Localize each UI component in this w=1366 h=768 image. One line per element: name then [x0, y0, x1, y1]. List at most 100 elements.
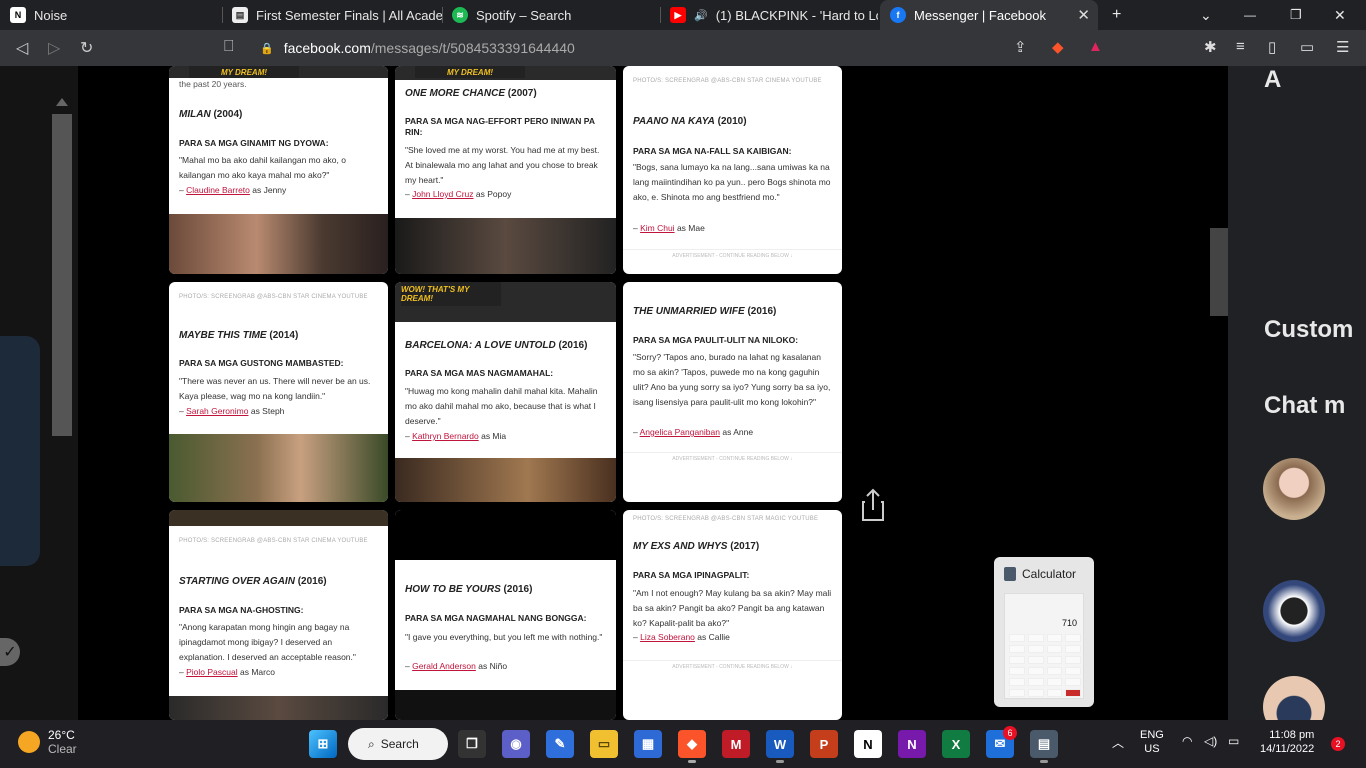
- movie-card-my-exs-and-whys: PHOTO/S: SCREENGRAB @ABS-CBN STAR MAGIC …: [623, 510, 842, 720]
- actor-link[interactable]: Claudine Barreto: [186, 185, 250, 195]
- youtube-icon: ▶: [670, 7, 686, 23]
- time-text: 11:08 pm: [1269, 729, 1315, 741]
- movie-quote: "She loved me at my worst. You had me at…: [405, 145, 600, 185]
- movie-title: THE UNMARRIED WIFE (2016): [633, 306, 777, 317]
- lead-text: the past 20 years.: [179, 79, 247, 89]
- weather-widget[interactable]: 26°C Clear: [18, 728, 77, 756]
- url-field[interactable]: 🔒 facebook.com/messages/t/50845333916444…: [250, 34, 1110, 62]
- movie-card-how-to-be-yours: HOW TO BE YOURS (2016) PARA SA MGA NAGMA…: [395, 510, 616, 720]
- actor-credit: – Piolo Pascual as Marco: [179, 667, 275, 677]
- tab-noise[interactable]: N Noise: [0, 0, 222, 30]
- banner-caption: WOW! THAT'S MY DREAM!: [401, 282, 501, 306]
- mcafee-icon[interactable]: M: [722, 730, 750, 758]
- restore-button[interactable]: ❐: [1290, 7, 1302, 23]
- actor-link[interactable]: Gerald Anderson: [412, 661, 476, 671]
- actor-link[interactable]: John Lloyd Cruz: [412, 189, 473, 199]
- menu-icon[interactable]: ☰: [1336, 38, 1349, 56]
- calculator-keypad: [1009, 634, 1081, 697]
- movie-title: MILAN (2004): [179, 109, 243, 120]
- movie-card-maybe-this-time: PHOTO/S: SCREENGRAB @ABS-CBN STAR CINEMA…: [169, 282, 388, 502]
- forward-icon[interactable]: ▷: [48, 38, 60, 58]
- close-window-button[interactable]: ✕: [1334, 7, 1346, 24]
- member-avatar[interactable]: [1263, 580, 1325, 642]
- actor-link[interactable]: Liza Soberano: [640, 632, 695, 642]
- clock[interactable]: 11:08 pm 14/11/2022: [1260, 728, 1314, 756]
- actor-link[interactable]: Sarah Geronimo: [186, 406, 248, 416]
- bookmark-icon[interactable]: ⎕: [224, 38, 234, 56]
- new-tab-button[interactable]: +: [1112, 6, 1121, 24]
- para-heading: PARA SA MGA NAGMAHAL NANG BONGGA:: [405, 613, 587, 623]
- movie-title: MY EXS AND WHYS (2017): [633, 541, 760, 552]
- tab-first-semester-finals[interactable]: ▤ First Semester Finals | All Academi: [222, 0, 442, 30]
- tab-title: Spotify – Search: [476, 7, 572, 23]
- date-text: 14/11/2022: [1260, 743, 1315, 755]
- extensions-icon[interactable]: ✱: [1204, 38, 1217, 56]
- actor-link[interactable]: Kathryn Bernardo: [412, 431, 479, 441]
- sidebar-icon[interactable]: ▯: [1268, 38, 1276, 56]
- para-heading: PARA SA MGA GUSTONG MAMBASTED:: [179, 358, 344, 368]
- notification-center-badge[interactable]: 2: [1331, 737, 1345, 751]
- address-bar-row: ◁ ▷ ↻ ⎕ 🔒 facebook.com/messages/t/508453…: [0, 30, 1366, 66]
- tab-title: (1) BLACKPINK - 'Hard to Love: [715, 7, 878, 23]
- share-page-icon[interactable]: ⇪: [1014, 38, 1027, 56]
- excel-icon[interactable]: X: [942, 730, 970, 758]
- snipping-tool-icon[interactable]: ✎: [546, 730, 574, 758]
- movie-title: MAYBE THIS TIME (2014): [179, 330, 299, 341]
- spotify-icon: ≋: [452, 7, 468, 23]
- chevron-up-icon[interactable]: ︿: [1112, 734, 1124, 751]
- movie-still-photo: [395, 218, 616, 274]
- language-indicator[interactable]: ENG US: [1140, 728, 1164, 756]
- calculator-thumbnail: 710: [1004, 593, 1084, 699]
- file-explorer-icon[interactable]: ▭: [590, 730, 618, 758]
- panel-heading-top: A: [1264, 66, 1282, 93]
- weather-temperature: 26°C: [48, 728, 75, 742]
- scrollbar-thumb[interactable]: [52, 114, 72, 436]
- word-icon[interactable]: W: [766, 730, 794, 758]
- actor-link[interactable]: Piolo Pascual: [186, 667, 238, 677]
- scroll-up-icon[interactable]: [56, 98, 68, 106]
- start-button[interactable]: ⊞: [309, 730, 337, 758]
- wallet-icon[interactable]: ▭: [1300, 38, 1314, 56]
- playlist-icon[interactable]: ≡: [1236, 38, 1245, 55]
- tab-messenger-facebook[interactable]: f Messenger | Facebook ✕: [880, 0, 1098, 30]
- check-icon[interactable]: ✓: [0, 638, 20, 666]
- movie-card-starting-over-again: PHOTO/S: SCREENGRAB @ABS-CBN STAR CINEMA…: [169, 510, 388, 720]
- brave-browser-icon[interactable]: ◆: [678, 730, 706, 758]
- reload-icon[interactable]: ↻: [80, 38, 93, 58]
- image-scrollbar[interactable]: [50, 92, 74, 442]
- onenote-icon[interactable]: N: [898, 730, 926, 758]
- back-icon[interactable]: ◁: [16, 38, 28, 58]
- actor-link[interactable]: Angelica Panganiban: [640, 427, 720, 437]
- speaker-icon[interactable]: 🔊: [694, 9, 708, 22]
- tab-title: Messenger | Facebook: [914, 7, 1046, 23]
- tab-youtube-blackpink[interactable]: ▶ 🔊 (1) BLACKPINK - 'Hard to Love: [660, 0, 878, 30]
- calculator-icon[interactable]: ▤: [1030, 730, 1058, 758]
- volume-icon[interactable]: ◁): [1204, 734, 1217, 748]
- calculator-preview-popup[interactable]: Calculator 710: [994, 557, 1094, 707]
- calculator-icon: [1004, 567, 1016, 581]
- movie-card-milan: MY DREAM! the past 20 years. MILAN (2004…: [169, 66, 388, 274]
- powerpoint-icon[interactable]: P: [810, 730, 838, 758]
- tab-spotify[interactable]: ≋ Spotify – Search: [442, 0, 660, 30]
- brave-rewards-icon[interactable]: ▲: [1088, 38, 1103, 55]
- notion-icon[interactable]: N: [854, 730, 882, 758]
- microsoft-store-icon[interactable]: ▦: [634, 730, 662, 758]
- taskbar-search[interactable]: ⌕ Search: [348, 728, 448, 760]
- member-avatar[interactable]: [1263, 458, 1325, 520]
- tab-search-dropdown-icon[interactable]: ⌄: [1200, 7, 1212, 24]
- chat-icon[interactable]: ◉: [502, 730, 530, 758]
- wifi-icon[interactable]: ◠: [1182, 734, 1192, 748]
- calculator-popup-title: Calculator: [1004, 567, 1076, 581]
- battery-icon[interactable]: ▭: [1228, 734, 1239, 748]
- close-tab-icon[interactable]: ✕: [1077, 6, 1090, 24]
- movie-still-photo: [395, 690, 616, 720]
- page-scrollbar-thumb[interactable]: [1210, 228, 1230, 316]
- task-view-icon[interactable]: ❐: [458, 730, 486, 758]
- window-controls: + ⌄ — ❐ ✕: [1112, 0, 1366, 30]
- movie-title: ONE MORE CHANCE (2007): [405, 88, 537, 99]
- minimize-button[interactable]: —: [1244, 8, 1256, 22]
- brave-shields-icon[interactable]: ◆: [1052, 38, 1064, 56]
- actor-link[interactable]: Kim Chui: [640, 223, 674, 233]
- document-icon: ▤: [232, 7, 248, 23]
- share-icon[interactable]: [861, 488, 885, 522]
